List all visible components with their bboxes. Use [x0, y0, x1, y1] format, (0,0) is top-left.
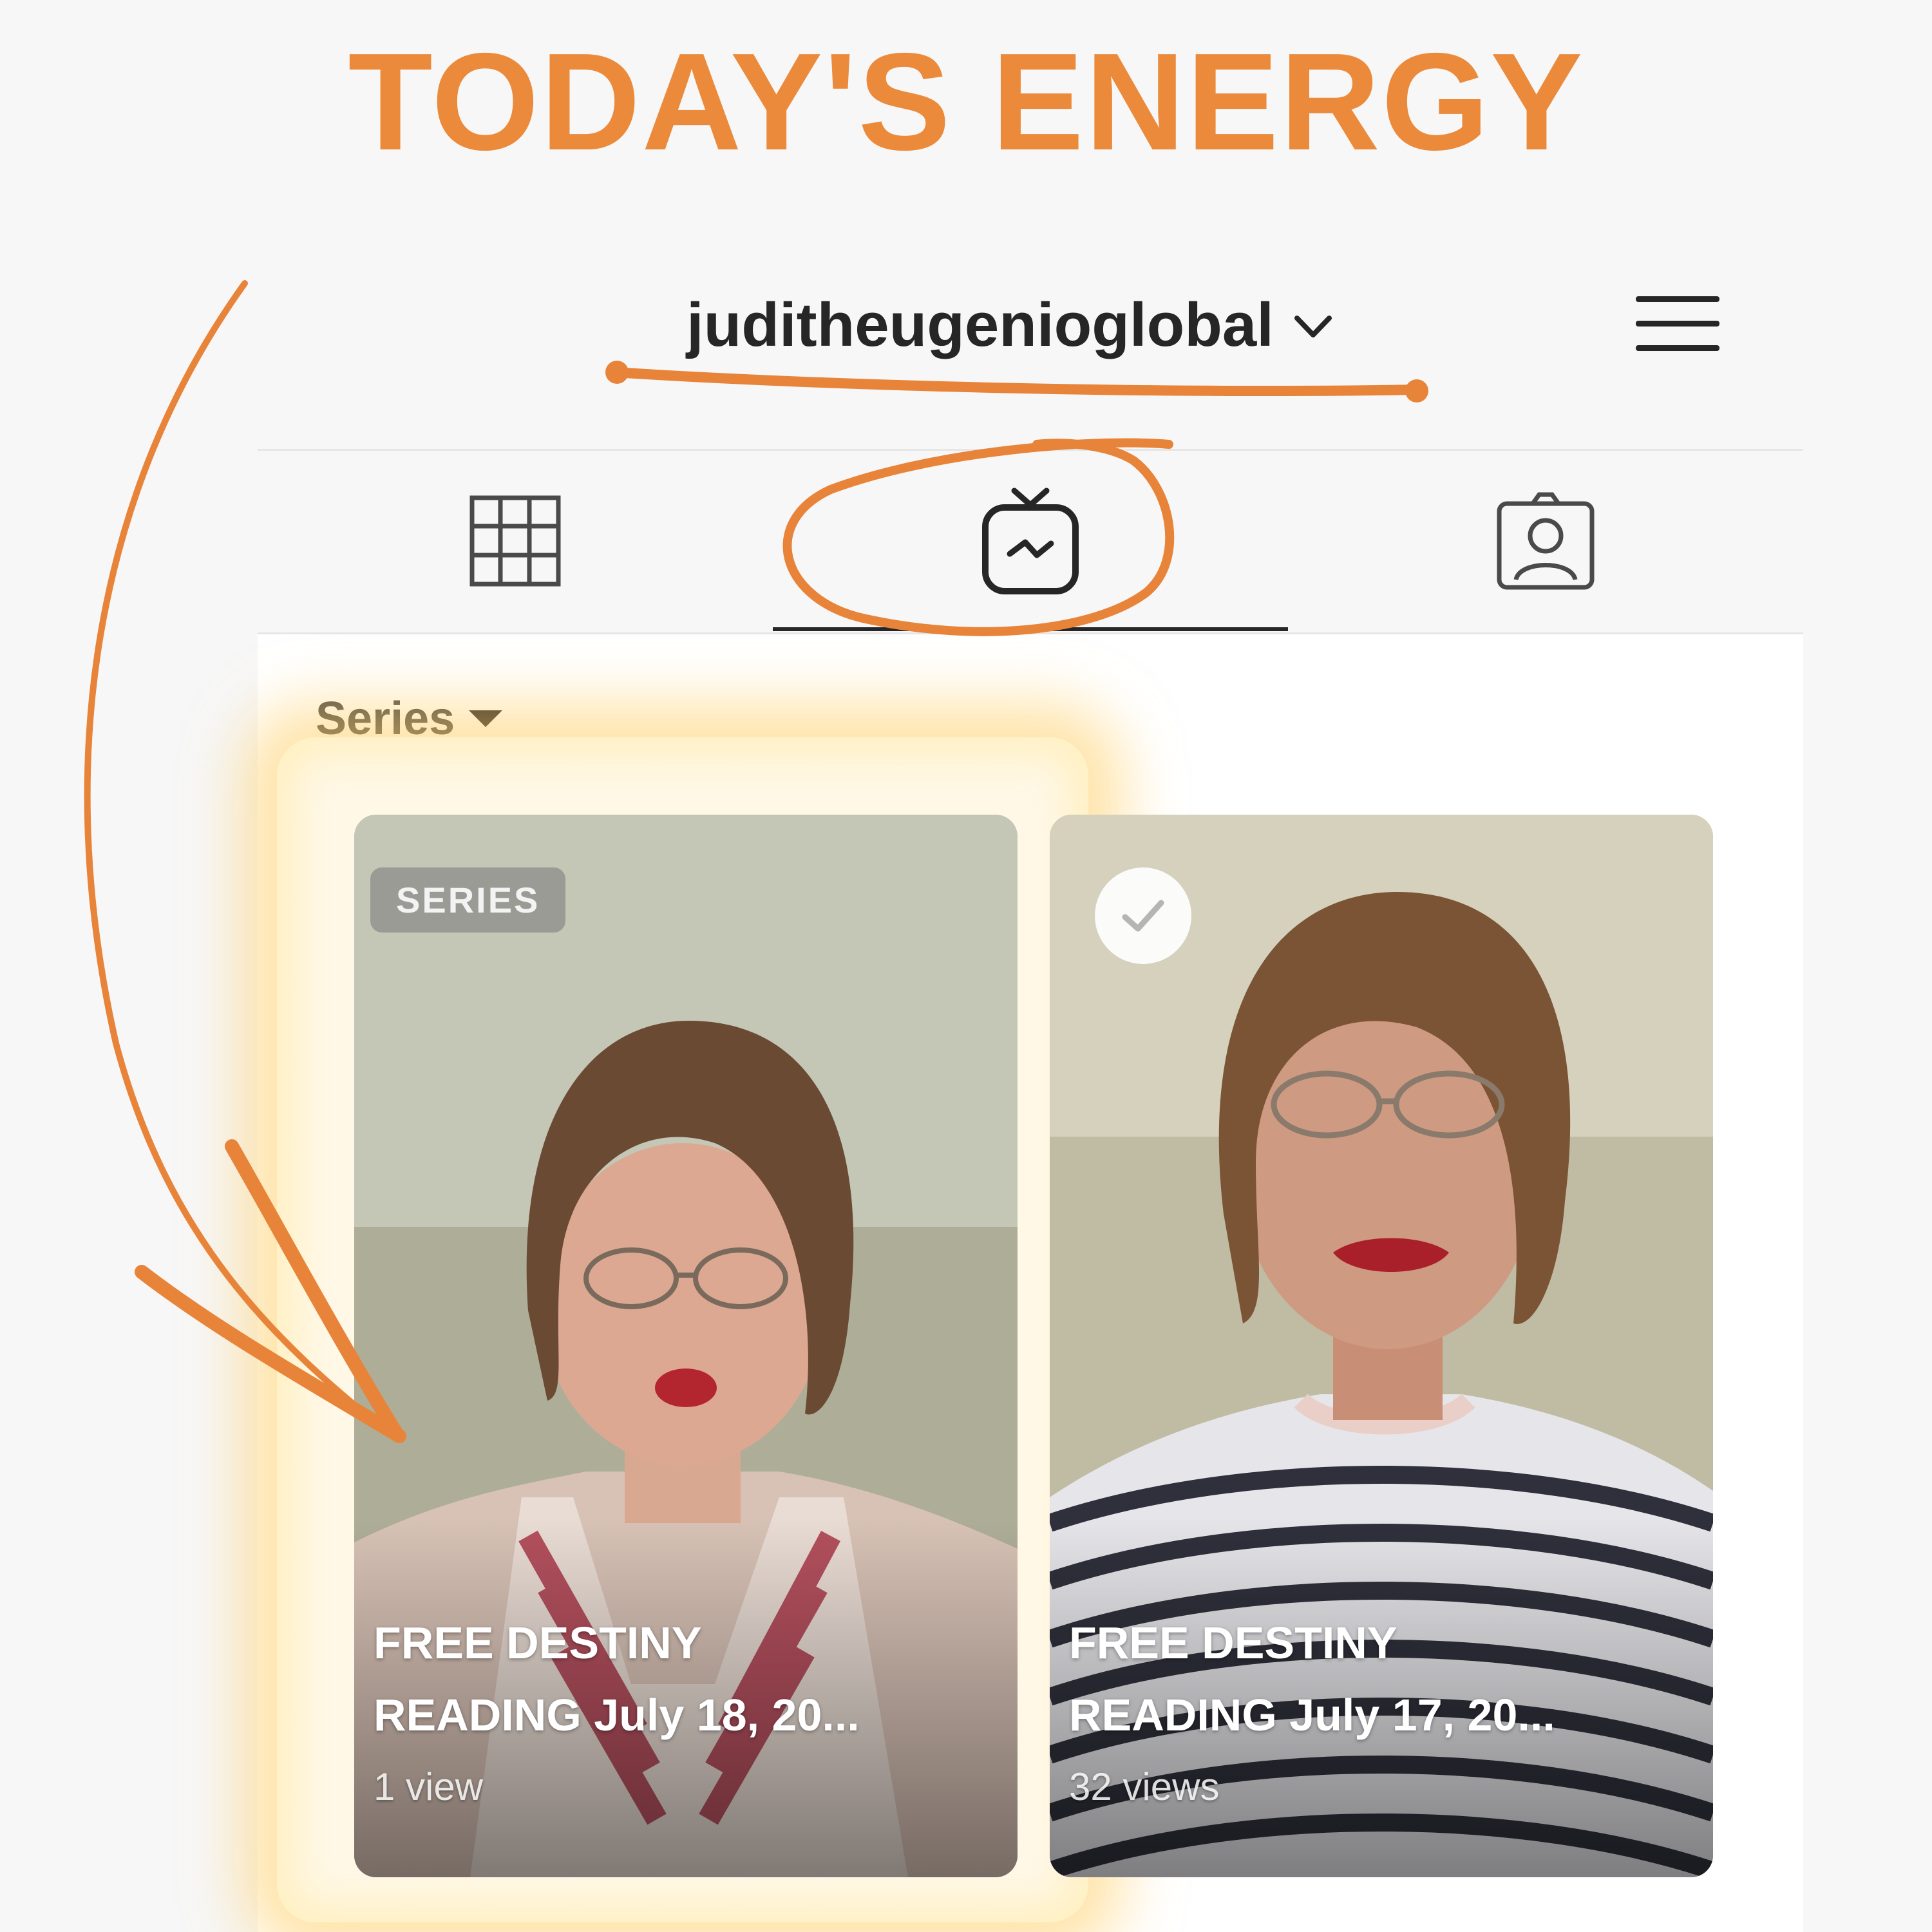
checkmark-glyph	[1122, 900, 1164, 932]
hamburger-line-middle	[1636, 321, 1719, 327]
video-title-line-2: READING July 18, 20...	[374, 1690, 860, 1740]
chevron-down-icon[interactable]	[1291, 303, 1336, 348]
series-badge: SERIES	[370, 867, 566, 933]
headline-title: TODAY'S ENERGY	[348, 24, 1584, 179]
underline-dot-right	[1405, 379, 1428, 402]
video-title: FREE DESTINY READING July 17, 20...	[1069, 1607, 1687, 1751]
tagged-person-icon	[1497, 492, 1595, 590]
hamburger-line-bottom	[1636, 345, 1719, 351]
video-title-line-1: FREE DESTINY	[374, 1618, 702, 1668]
grid-icon	[469, 495, 561, 587]
video-title-line-1: FREE DESTINY	[1069, 1618, 1397, 1668]
series-dropdown[interactable]: Series	[316, 692, 503, 745]
view-count: 32 views	[1069, 1765, 1220, 1808]
profile-header: juditheugenioglobal	[258, 270, 1803, 374]
underline-annotation	[610, 367, 1425, 396]
tab-tagged[interactable]	[1288, 451, 1803, 631]
profile-tabs	[258, 451, 1803, 631]
account-switcher[interactable]: juditheugenioglobal	[687, 290, 1336, 361]
tab-grid[interactable]	[258, 451, 773, 631]
igtv-icon	[982, 488, 1079, 594]
series-dropdown-label: Series	[316, 693, 455, 744]
tab-igtv[interactable]	[773, 451, 1288, 631]
active-tab-indicator	[773, 627, 1288, 631]
username[interactable]: juditheugenioglobal	[687, 290, 1274, 361]
view-count: 1 view	[374, 1765, 484, 1808]
video-card[interactable]: FREE DESTINY READING July 17, 20... 32 v…	[1050, 815, 1713, 1877]
video-title-line-2: READING July 17, 20...	[1069, 1690, 1555, 1740]
checkmark-icon	[1095, 867, 1191, 964]
igtv-content: Series SERIES FREE DESTINY READING July …	[258, 634, 1803, 1932]
menu-button[interactable]	[1636, 283, 1719, 361]
video-card[interactable]: SERIES FREE DESTINY READING July 18, 20.…	[354, 815, 1018, 1877]
hamburger-line-top	[1636, 296, 1719, 302]
video-title: FREE DESTINY READING July 18, 20...	[374, 1607, 992, 1751]
caret-down-icon	[469, 710, 503, 727]
